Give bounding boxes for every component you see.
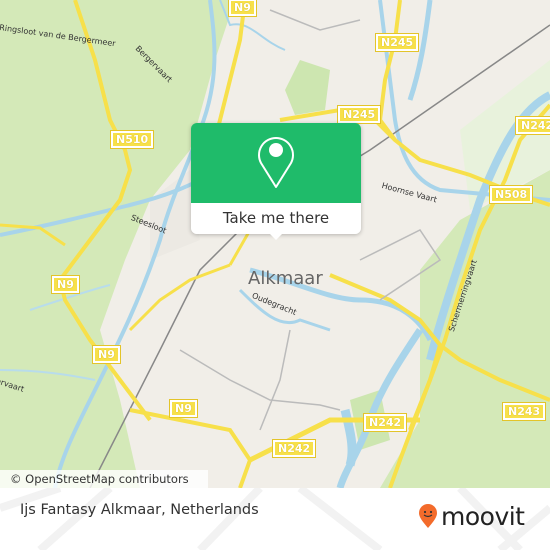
map-tiles	[0, 0, 550, 488]
popup-header	[191, 123, 361, 203]
moovit-logo[interactable]: moovit	[418, 498, 525, 534]
footer: Ijs Fantasy Alkmaar, Netherlands moovit	[0, 488, 550, 550]
road-shield-n9: N9	[51, 275, 80, 294]
road-shield-n245: N245	[336, 105, 382, 124]
road-shield-n242: N242	[362, 413, 408, 432]
city-label: Alkmaar	[248, 268, 323, 289]
take-me-there-button[interactable]: Take me there	[191, 203, 361, 234]
road-shield-n510: N510	[109, 130, 155, 149]
minor-road-4	[269, 9, 361, 31]
location-pin-icon	[258, 137, 294, 188]
popup-pointer	[267, 231, 285, 240]
farmland-west	[0, 0, 235, 488]
minor-road-2	[259, 329, 291, 431]
moovit-pin-icon	[419, 504, 437, 528]
road-shield-n242: N242	[271, 439, 317, 458]
road-shield-n9: N9	[228, 0, 257, 17]
road-center-west	[128, 263, 231, 332]
park	[285, 60, 330, 115]
road-shield-n9: N9	[92, 345, 121, 364]
road-shield-n243: N243	[501, 402, 547, 421]
road-shield-n508: N508	[488, 185, 534, 204]
place-name: Ijs Fantasy Alkmaar, Netherlands	[20, 502, 259, 518]
location-popup: Take me there	[191, 123, 361, 240]
map-view[interactable]: N9 N245 N245 N242 N510 N508 N9 N9 N9 N24…	[0, 0, 550, 488]
map-attribution[interactable]: © OpenStreetMap contributors	[0, 470, 208, 488]
road-shield-n9: N9	[169, 399, 198, 418]
brand-name: moovit	[441, 501, 525, 531]
minor-road	[179, 349, 341, 411]
road-shield-n245: N245	[374, 33, 420, 52]
road-shield-n242: N242	[514, 116, 550, 135]
